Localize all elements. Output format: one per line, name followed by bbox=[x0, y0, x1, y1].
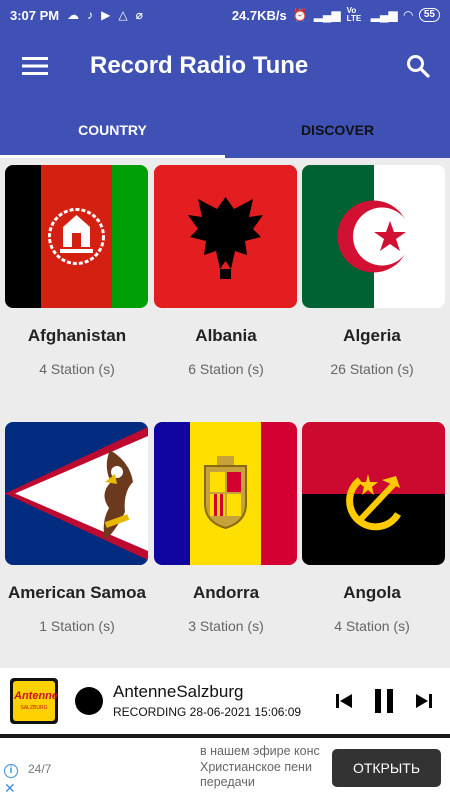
algeria-flag bbox=[302, 165, 445, 308]
ad-close-icon[interactable]: ✕ bbox=[4, 780, 16, 797]
search-icon[interactable] bbox=[400, 48, 436, 84]
country-card-afghanistan[interactable] bbox=[5, 165, 153, 308]
network-type: Vo LTE bbox=[346, 6, 362, 23]
drive-icon: △ bbox=[118, 8, 128, 22]
station-logo-subtext: SALZBURG bbox=[20, 705, 48, 711]
country-name: Albania bbox=[195, 326, 257, 345]
ad-text: в нашем эфире конс Христианское пени пер… bbox=[200, 744, 340, 791]
american-samoa-flag bbox=[5, 422, 148, 565]
tab-discover[interactable]: DISCOVER bbox=[225, 102, 450, 158]
station-logo-text: Antenne bbox=[14, 690, 58, 702]
alarm-icon: ⏰ bbox=[292, 8, 308, 22]
ad-banner[interactable]: i ✕ 24/7 в нашем эфире конс Христианское… bbox=[0, 738, 450, 800]
station-count: 3 Station (s) bbox=[188, 618, 264, 634]
albania-flag bbox=[154, 165, 297, 308]
ad-text-line: Христианское пени bbox=[200, 759, 312, 774]
no-signal-icon: ⌀ bbox=[135, 8, 143, 22]
tab-bar: COUNTRY DISCOVER bbox=[0, 102, 450, 158]
hamburger-menu-icon[interactable] bbox=[0, 30, 70, 102]
record-indicator-icon bbox=[75, 687, 103, 715]
youtube-icon: ▶ bbox=[101, 8, 111, 22]
country-name: Andorra bbox=[192, 583, 260, 602]
afghanistan-flag bbox=[5, 165, 148, 308]
station-count: 4 Station (s) bbox=[39, 361, 115, 377]
music-note-icon: ♪ bbox=[87, 8, 94, 22]
recording-status: RECORDING 28-06-2021 15:06:09 bbox=[113, 705, 302, 719]
net-speed: 24.7KB/s bbox=[231, 7, 287, 23]
cloud-icon: ☁ bbox=[67, 8, 80, 22]
country-name: Afghanistan bbox=[27, 326, 127, 345]
status-bar: 3:07 PM ☁ ♪ ▶ △ ⌀ 24.7KB/s ⏰ ▂▄▆ Vo LTE … bbox=[0, 0, 450, 30]
battery-indicator: 55 bbox=[418, 8, 440, 22]
country-name: Angola bbox=[343, 583, 401, 602]
country-grid: Afghanistan 4 Station (s) Albania 6 Stat… bbox=[0, 158, 450, 668]
station-count: 26 Station (s) bbox=[330, 361, 414, 377]
signal-icon-2: ▂▄▆ bbox=[370, 8, 398, 22]
app-title: Record Radio Tune bbox=[90, 52, 309, 79]
ad-open-button[interactable]: ОТКРЫТЬ bbox=[332, 749, 441, 787]
ad-text-line: передачи bbox=[200, 775, 255, 789]
pause-icon[interactable] bbox=[369, 686, 399, 716]
country-card-american-samoa[interactable] bbox=[5, 422, 153, 565]
country-name: American Samoa bbox=[8, 583, 146, 602]
now-playing-bar[interactable]: Antenne SALZBURG AntenneSalzburg RECORDI… bbox=[0, 668, 450, 734]
ad-info-icon[interactable]: i bbox=[4, 764, 18, 778]
ad-label: 24/7 bbox=[28, 762, 52, 776]
ad-text-line: в нашем эфире конс bbox=[200, 744, 320, 758]
station-name: AntenneSalzburg bbox=[113, 682, 244, 701]
station-count: 4 Station (s) bbox=[334, 618, 410, 634]
country-card-algeria[interactable] bbox=[302, 165, 450, 308]
angola-flag bbox=[302, 422, 445, 565]
country-card-angola[interactable] bbox=[302, 422, 450, 565]
station-count: 1 Station (s) bbox=[39, 618, 115, 634]
andorra-flag bbox=[154, 422, 297, 565]
country-card-andorra[interactable] bbox=[154, 422, 302, 565]
tab-country[interactable]: COUNTRY bbox=[0, 102, 225, 158]
wifi-icon: ◠ bbox=[403, 8, 413, 22]
skip-next-icon[interactable] bbox=[411, 686, 437, 716]
status-time: 3:07 PM bbox=[10, 7, 60, 23]
country-card-albania[interactable] bbox=[154, 165, 302, 308]
skip-previous-icon[interactable] bbox=[331, 686, 357, 716]
station-logo: Antenne SALZBURG bbox=[10, 678, 58, 724]
signal-icon: ▂▄▆ bbox=[313, 8, 341, 22]
app-bar: Record Radio Tune bbox=[0, 30, 450, 102]
station-count: 6 Station (s) bbox=[188, 361, 264, 377]
country-name: Algeria bbox=[343, 326, 401, 345]
